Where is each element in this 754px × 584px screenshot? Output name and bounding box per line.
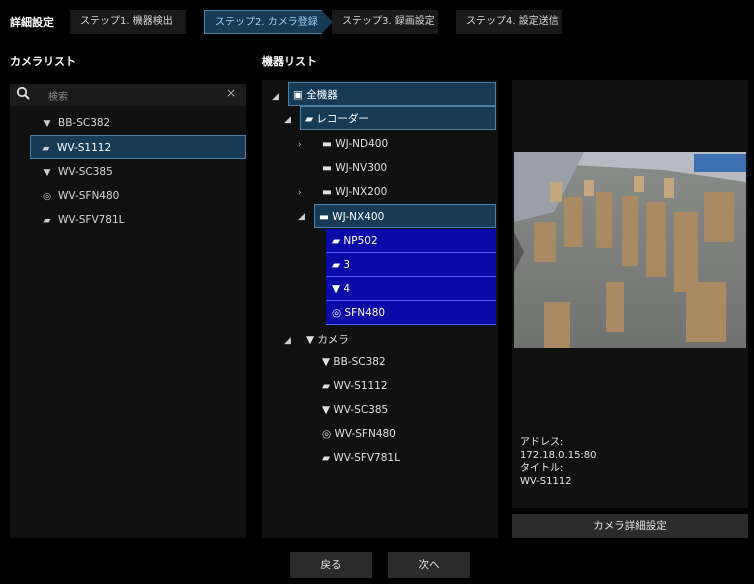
fisheye-camera-icon: ◎: [43, 192, 51, 202]
box-camera-icon: ▰: [322, 452, 331, 464]
camera-detail-settings-button[interactable]: カメラ詳細設定: [512, 514, 748, 538]
tree-node-camera[interactable]: ▰ WV-SFV781L: [322, 446, 400, 470]
camera-list-item[interactable]: ▼ BB-SC382: [40, 111, 240, 135]
recorder-icon: ▬: [319, 211, 329, 223]
dome-camera-icon: ▼: [332, 283, 341, 295]
tree-expander-icon[interactable]: ›: [298, 180, 302, 204]
camera-info: アドレス: 172.18.0.15:80 タイトル: WV-S1112: [520, 436, 740, 488]
tree-node-recorder-selected[interactable]: ▬ WJ-NX400: [314, 204, 496, 228]
dome-camera-icon: ▼: [43, 119, 51, 129]
camera-search[interactable]: 検索 ×: [10, 84, 246, 106]
camera-preview-image: [514, 152, 746, 348]
camera-list-item[interactable]: ▰ WV-SFV781L: [40, 208, 240, 232]
box-camera-icon: ▰: [332, 259, 341, 271]
fisheye-camera-icon: ◎: [332, 307, 342, 319]
tree-expander-icon[interactable]: ◢: [272, 84, 279, 108]
tree-expander-icon[interactable]: ◢: [284, 107, 291, 131]
page-title: 詳細設定: [10, 16, 54, 29]
tree-expander-icon[interactable]: ◢: [298, 204, 305, 228]
box-camera-icon: ▰: [42, 144, 50, 154]
device-list-heading: 機器リスト: [262, 55, 317, 68]
box-camera-icon: ▰: [322, 380, 331, 392]
tree-node-recorder-channel[interactable]: ▰ NP502: [326, 229, 496, 253]
camera-list-item-selected[interactable]: ▰ WV-S1112: [30, 135, 246, 159]
recorder-icon: ▬: [322, 162, 332, 174]
box-camera-icon: ▰: [43, 216, 51, 226]
tree-node-camera[interactable]: ▼ BB-SC382: [322, 350, 386, 374]
title-label: タイトル:: [520, 463, 564, 474]
tree-expander-icon[interactable]: ◢: [284, 328, 291, 352]
dome-camera-icon: ▼: [322, 404, 331, 416]
dome-camera-icon: ▼: [322, 356, 331, 368]
recorder-icon: ▬: [322, 138, 332, 150]
search-icon: [16, 86, 30, 100]
camera-list-heading: カメラリスト: [10, 55, 76, 68]
tab-step3[interactable]: ステップ3. 録画設定: [332, 10, 438, 34]
tree-expander-icon[interactable]: ›: [298, 132, 302, 156]
tab-step2[interactable]: ステップ2. カメラ登録: [204, 10, 333, 34]
tree-node-camera[interactable]: ▼ WV-SC385: [322, 398, 388, 422]
tab-step1[interactable]: ステップ1. 機器検出: [70, 10, 186, 34]
clear-search-icon[interactable]: ×: [226, 86, 236, 100]
tree-node-camera[interactable]: ▰ WV-S1112: [322, 374, 388, 398]
network-icon: ▣: [293, 89, 303, 101]
box-camera-icon: ▰: [332, 235, 341, 247]
fisheye-camera-icon: ◎: [322, 428, 332, 440]
back-button[interactable]: 戻る: [290, 552, 372, 578]
camera-group-icon: ▼: [306, 334, 315, 346]
tree-node-recorder-channel[interactable]: ◎ SFN480: [326, 301, 496, 325]
dome-camera-icon: ▼: [43, 168, 51, 178]
tree-node-recorder-channel[interactable]: ▰ 3: [326, 253, 496, 277]
camera-list-item[interactable]: ◎ WV-SFN480: [40, 184, 240, 208]
tree-node-recorder-channel[interactable]: ▼ 4: [326, 277, 496, 301]
tree-node-recorder[interactable]: ▬ WJ-ND400: [322, 132, 388, 156]
tree-node-all-devices[interactable]: ▣ 全機器: [288, 82, 496, 106]
camera-list-item[interactable]: ▼ WV-SC385: [40, 160, 240, 184]
tree-node-cameras[interactable]: ▼ カメラ: [306, 328, 349, 352]
tree-node-recorders[interactable]: ▰ レコーダー: [300, 106, 496, 130]
search-input[interactable]: 検索: [48, 88, 68, 103]
tab-step4[interactable]: ステップ4. 設定送信: [456, 10, 562, 34]
next-button[interactable]: 次へ: [388, 552, 470, 578]
recorder-group-icon: ▰: [305, 113, 314, 125]
address-label: アドレス:: [520, 437, 564, 448]
tree-node-recorder[interactable]: ▬ WJ-NX200: [322, 180, 387, 204]
title-value: WV-S1112: [520, 476, 572, 487]
address-value: 172.18.0.15:80: [520, 450, 597, 461]
tree-node-recorder[interactable]: ▬ WJ-NV300: [322, 156, 387, 180]
recorder-icon: ▬: [322, 186, 332, 198]
tree-node-camera[interactable]: ◎ WV-SFN480: [322, 422, 396, 446]
